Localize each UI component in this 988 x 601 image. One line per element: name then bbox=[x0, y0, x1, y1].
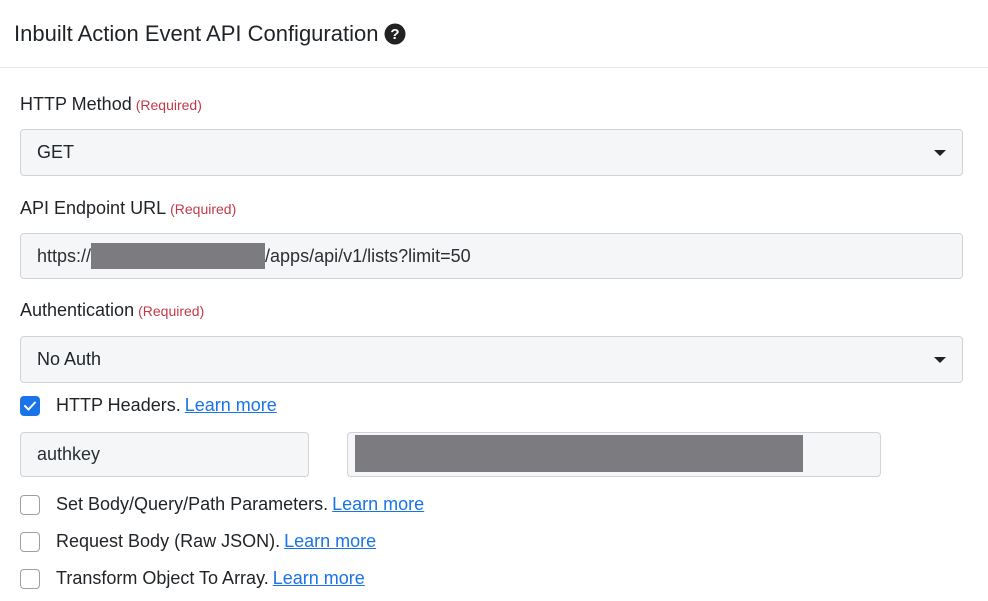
authentication-select[interactable]: No Auth bbox=[20, 336, 963, 383]
option-body-params-row: Set Body/Query/Path Parameters. Learn mo… bbox=[20, 494, 424, 515]
header-key-input[interactable]: authkey bbox=[20, 432, 309, 477]
http-headers-checkbox[interactable] bbox=[20, 395, 40, 416]
chevron-down-icon bbox=[934, 150, 946, 156]
authentication-label: Authentication (Required) bbox=[20, 300, 204, 321]
svg-text:?: ? bbox=[391, 26, 400, 43]
transform-array-checkbox[interactable] bbox=[20, 568, 40, 589]
http-method-select[interactable]: GET bbox=[20, 129, 963, 176]
body-params-label: Set Body/Query/Path Parameters. bbox=[56, 494, 329, 514]
http-method-label-text: HTTP Method bbox=[20, 94, 132, 114]
http-headers-learn-more-link[interactable]: Learn more bbox=[185, 395, 277, 416]
raw-json-label: Request Body (Raw JSON). bbox=[56, 531, 281, 551]
required-indicator: (Required) bbox=[138, 303, 205, 319]
page-title: Inbuilt Action Event API Configuration bbox=[14, 20, 379, 46]
api-endpoint-input[interactable]: https:// /apps/api/v1/lists?limit=50 bbox=[20, 233, 963, 279]
redacted-header-value bbox=[355, 435, 803, 472]
option-transform-array-row: Transform Object To Array. Learn more bbox=[20, 568, 365, 589]
header-key-value: authkey bbox=[37, 444, 101, 464]
raw-json-learn-more-link[interactable]: Learn more bbox=[284, 531, 376, 552]
transform-array-learn-more-link[interactable]: Learn more bbox=[273, 568, 365, 589]
check-icon bbox=[24, 401, 36, 410]
page-header: Inbuilt Action Event API Configuration ? bbox=[0, 0, 988, 68]
url-prefix: https:// bbox=[37, 245, 92, 266]
http-method-value: GET bbox=[37, 142, 75, 162]
question-circle-icon[interactable]: ? bbox=[384, 23, 406, 45]
raw-json-checkbox[interactable] bbox=[20, 531, 40, 552]
http-headers-row: HTTP Headers. Learn more bbox=[20, 395, 277, 416]
option-raw-json-row: Request Body (Raw JSON). Learn more bbox=[20, 531, 376, 552]
body-params-learn-more-link[interactable]: Learn more bbox=[332, 494, 424, 515]
api-endpoint-label-text: API Endpoint URL bbox=[20, 198, 167, 218]
authentication-value: No Auth bbox=[37, 349, 102, 369]
api-endpoint-label: API Endpoint URL (Required) bbox=[20, 198, 236, 219]
header-value-input[interactable] bbox=[347, 432, 881, 477]
required-indicator: (Required) bbox=[170, 201, 237, 217]
http-method-label: HTTP Method (Required) bbox=[20, 94, 202, 115]
url-suffix: /apps/api/v1/lists?limit=50 bbox=[265, 245, 471, 266]
body-params-checkbox[interactable] bbox=[20, 494, 40, 515]
authentication-label-text: Authentication bbox=[20, 300, 135, 320]
http-headers-label: HTTP Headers. bbox=[56, 395, 181, 415]
required-indicator: (Required) bbox=[135, 97, 202, 113]
transform-array-label: Transform Object To Array. bbox=[56, 568, 269, 588]
redacted-host bbox=[91, 243, 266, 269]
chevron-down-icon bbox=[934, 357, 946, 363]
